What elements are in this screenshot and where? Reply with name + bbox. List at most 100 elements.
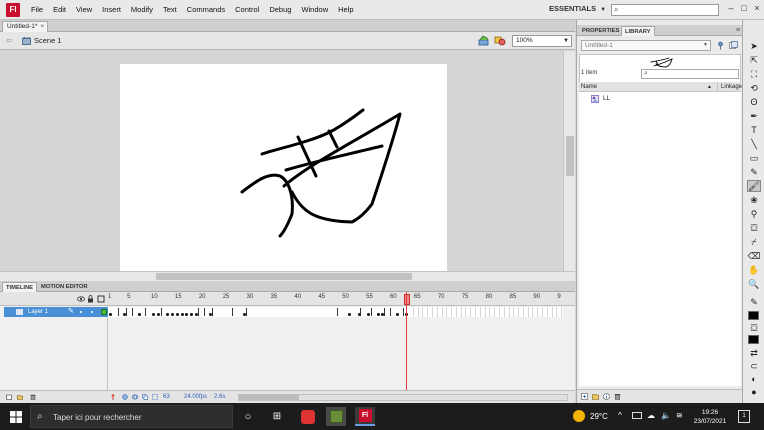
document-tab[interactable]: Untitled-1* × [2, 21, 48, 32]
menu-commands[interactable]: Commands [182, 0, 230, 20]
scrollbar-thumb[interactable] [566, 136, 574, 176]
frame-span[interactable] [160, 308, 199, 316]
pencil-tool-icon[interactable]: ✎ [747, 166, 761, 178]
help-search-input[interactable]: ⌕ [611, 4, 719, 16]
timeline-horizontal-scrollbar[interactable] [238, 394, 568, 401]
layer-row[interactable]: Layer 1 ✎ [4, 307, 108, 317]
new-folder-icon[interactable] [592, 393, 599, 400]
keyframe[interactable] [156, 313, 160, 316]
file-explorer-icon[interactable]: ⊞ [267, 407, 287, 426]
close-tab-icon[interactable]: × [40, 23, 44, 30]
layer-name[interactable]: Layer 1 [28, 307, 48, 317]
outline-color-swatch[interactable] [101, 309, 107, 315]
taskbar-search[interactable]: ⌕ Taper ici pour rechercher [30, 405, 233, 428]
frame-span[interactable] [232, 308, 247, 316]
onion-skin-icon[interactable] [122, 394, 128, 400]
deco-tool-icon[interactable]: ❀ [747, 194, 761, 206]
zoom-tool-icon[interactable]: 🔍 [747, 278, 761, 290]
keyframe[interactable] [367, 313, 371, 316]
stage-vertical-scrollbar[interactable] [563, 51, 575, 271]
taskbar-clock[interactable]: 19:26 23/07/2021 [690, 408, 730, 426]
stroke-color-swatch[interactable] [748, 311, 759, 320]
menu-text[interactable]: Text [158, 0, 182, 20]
keyframe[interactable] [109, 313, 112, 316]
snap-to-objects-icon[interactable]: ⊂ [747, 360, 761, 372]
column-name[interactable]: Name [581, 82, 597, 92]
wifi-icon[interactable]: ≋ [676, 411, 683, 420]
frame-span[interactable] [117, 308, 128, 316]
stage-horizontal-scrollbar[interactable] [0, 271, 575, 281]
eye-icon[interactable] [77, 296, 85, 302]
new-library-panel-icon[interactable] [729, 41, 738, 50]
eyedropper-tool-icon[interactable]: ⌿ [747, 236, 761, 248]
lock-dot-icon[interactable] [91, 311, 93, 313]
scene-breadcrumb[interactable]: Scene 1 [34, 36, 62, 45]
menu-view[interactable]: View [71, 0, 97, 20]
notification-center-icon[interactable]: 1 [738, 410, 750, 423]
pin-icon[interactable] [716, 41, 725, 50]
empty-frame[interactable] [557, 307, 563, 317]
frame-span[interactable] [370, 308, 386, 316]
column-linkage[interactable]: Linkage [717, 82, 742, 92]
eraser-tool-icon[interactable]: ⌫ [747, 250, 761, 262]
new-folder-icon[interactable] [17, 394, 23, 400]
stage-canvas[interactable] [120, 64, 447, 271]
maximize-icon[interactable]: □ [738, 3, 750, 13]
onion-skin-outlines-icon[interactable] [132, 394, 138, 400]
flash-taskbar-icon[interactable]: Fl [355, 407, 375, 426]
lock-icon[interactable] [88, 295, 93, 303]
frame-rate[interactable]: 24.00fps [184, 394, 207, 400]
properties-icon[interactable] [603, 393, 610, 400]
line-tool-icon[interactable]: ╲ [747, 138, 761, 150]
close-icon[interactable]: × [751, 3, 763, 13]
flash-logo-icon[interactable]: Fl [6, 2, 20, 17]
windows-start-icon[interactable] [10, 411, 22, 423]
delete-layer-icon[interactable] [30, 394, 36, 400]
sort-icon[interactable]: ▲ [707, 82, 712, 92]
hand-tool-icon[interactable]: ✋ [747, 264, 761, 276]
brush-mode-icon[interactable]: ◐ [747, 373, 761, 385]
chevron-up-icon[interactable]: ^ [618, 411, 622, 420]
rectangle-tool-icon[interactable]: ▭ [747, 152, 761, 164]
keyframe[interactable] [152, 313, 156, 316]
menu-debug[interactable]: Debug [264, 0, 296, 20]
back-arrow-icon[interactable]: ⇦ [6, 36, 13, 45]
frame-span[interactable] [390, 308, 405, 316]
scrollbar-thumb[interactable] [156, 273, 412, 280]
tab-timeline[interactable]: TIMELINE [2, 282, 38, 292]
3d-rotation-tool-icon[interactable]: ⟲ [747, 82, 761, 94]
lasso-tool-icon[interactable]: ʘ [747, 96, 761, 108]
modify-onion-markers-icon[interactable] [152, 394, 158, 400]
brush-size-icon[interactable]: ● [747, 386, 761, 398]
brush-tool-icon[interactable]: 🖌 [747, 180, 761, 192]
scrollbar-thumb[interactable] [239, 395, 299, 400]
panel-menu-icon[interactable]: ≡ [736, 27, 740, 34]
workspace-switcher[interactable]: ESSENTIALS ▼ [549, 4, 606, 13]
library-search-input[interactable]: ⌕ [641, 69, 739, 79]
cloud-icon[interactable]: ☁ [647, 411, 655, 420]
tab-motion-editor[interactable]: MOTION EDITOR [38, 282, 91, 292]
pen-tool-icon[interactable]: ✒ [747, 110, 761, 122]
menu-help[interactable]: Help [333, 0, 358, 20]
battery-icon[interactable] [632, 412, 642, 419]
frame-span[interactable] [203, 308, 214, 316]
edit-multiple-frames-icon[interactable] [142, 394, 148, 400]
library-document-select[interactable]: Untitled-1 ▼ [581, 40, 711, 51]
menu-file[interactable]: File [26, 0, 48, 20]
paint-bucket-tool-icon[interactable]: ⛋ [747, 222, 761, 234]
menu-edit[interactable]: Edit [48, 0, 71, 20]
menu-window[interactable]: Window [296, 0, 333, 20]
fill-color-swatch[interactable] [748, 335, 759, 344]
menu-control[interactable]: Control [230, 0, 264, 20]
frame-span[interactable] [131, 308, 147, 316]
frame-ruler[interactable]: 1 5 10 15 20 25 30 35 40 45 50 55 60 65 70 75 80 85 90 9 [108, 292, 563, 306]
zoom-select[interactable]: 100% ▼ [512, 35, 572, 47]
new-layer-icon[interactable] [6, 394, 12, 400]
drawing-strokes[interactable] [120, 64, 447, 271]
visibility-dot-icon[interactable] [80, 311, 82, 313]
free-transform-tool-icon[interactable]: ⛶ [747, 68, 761, 80]
edit-scene-icon[interactable] [478, 35, 490, 46]
tab-properties[interactable]: PROPERTIES [579, 26, 622, 36]
tab-library[interactable]: LIBRARY [621, 26, 655, 36]
selection-tool-icon[interactable]: ➤ [747, 40, 761, 52]
